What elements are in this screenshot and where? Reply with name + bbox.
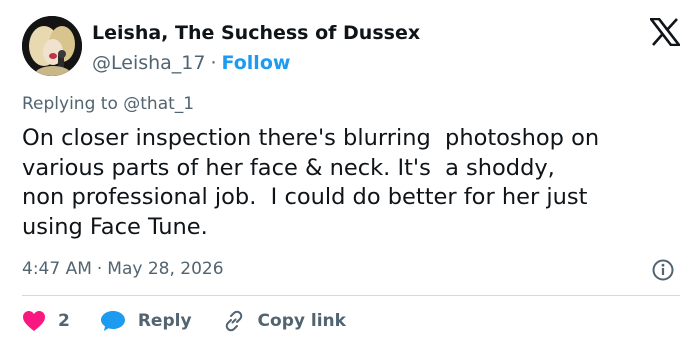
tweet-text: On closer inspection there's blurring ph… — [22, 125, 600, 240]
user-handle[interactable]: @Leisha_17 — [92, 52, 205, 74]
timestamp-separator: · — [96, 259, 103, 279]
handle-row: @Leisha_17 · Follow — [92, 51, 420, 75]
replying-to-prefix: Replying to — [22, 94, 118, 114]
reply-button[interactable]: Reply — [100, 310, 192, 332]
tweet-header: Leisha, The Suchess of Dussex @Leisha_17… — [22, 16, 682, 80]
handle-separator: · — [210, 52, 217, 74]
x-logo-icon[interactable] — [650, 18, 680, 46]
divider — [22, 295, 680, 296]
like-count: 2 — [58, 311, 70, 331]
author-names: Leisha, The Suchess of Dussex @Leisha_17… — [92, 22, 420, 75]
copy-link-label: Copy link — [257, 311, 346, 331]
action-bar: 2 Reply Copy link — [22, 308, 376, 334]
replying-to: Replying to @that_1 — [22, 93, 194, 115]
tweet-date: May 28, 2026 — [107, 259, 224, 279]
reply-label: Reply — [137, 311, 192, 331]
tweet-time: 4:47 AM — [22, 259, 92, 279]
tweet-timestamp[interactable]: 4:47 AM · May 28, 2026 — [22, 258, 224, 280]
display-name[interactable]: Leisha, The Suchess of Dussex — [92, 22, 420, 44]
replying-to-mention[interactable]: @that_1 — [123, 94, 194, 114]
speech-bubble-icon — [100, 311, 125, 331]
info-icon[interactable] — [651, 258, 675, 282]
avatar-image — [22, 16, 82, 76]
like-button[interactable]: 2 — [22, 310, 70, 332]
follow-button[interactable]: Follow — [222, 52, 291, 74]
avatar[interactable] — [22, 16, 82, 76]
link-icon — [225, 310, 242, 332]
copy-link-button[interactable]: Copy link — [222, 309, 346, 333]
heart-icon — [23, 311, 45, 331]
